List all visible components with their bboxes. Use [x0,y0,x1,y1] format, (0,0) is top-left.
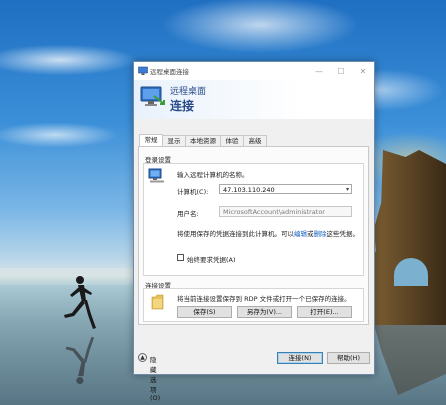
maximize-button[interactable]: ☐ [330,62,352,80]
folder-icon [151,294,164,310]
computer-label: 计算机(C): [177,188,209,196]
saved-credentials-text: 将使用保存的凭据连接到此计算机。可以 [177,230,294,238]
help-button[interactable]: 帮助(H) [327,352,370,364]
saved-credentials-info: 将使用保存的凭据连接到此计算机。可以编辑或删除这些凭据。 [177,228,359,238]
banner-title: 远程桌面 [170,87,207,97]
edit-credentials-link[interactable]: 编辑 [294,230,307,238]
banner-subtitle: 连接 [170,99,195,113]
runner-reflection [65,336,95,385]
save-as-button[interactable]: 另存为(V)... [237,306,292,318]
collapse-up-icon[interactable]: ▲ [138,353,147,362]
connect-button[interactable]: 连接(N) [277,352,323,364]
tab-advanced[interactable]: 高级 [243,135,267,146]
remote-desktop-icon [138,66,148,75]
login-prompt: 输入远程计算机的名称。 [177,171,249,179]
general-tab-panel: 登录设置 输入远程计算机的名称。 计算机(C): 47.103.110.240 … [138,146,369,325]
always-ask-checkbox[interactable] [177,254,184,261]
computer-icon [148,168,164,183]
save-button[interactable]: 保存(S) [177,306,232,318]
close-button[interactable]: ✕ [352,62,374,80]
title-bar[interactable]: 远程桌面连接 — ☐ ✕ [134,62,374,80]
remote-desktop-icon [140,86,165,106]
computer-combobox[interactable]: 47.103.110.240 ▾ [219,184,352,194]
saved-credentials-suffix: 这些凭据。 [326,230,360,238]
tab-general[interactable]: 常规 [139,134,163,146]
remote-desktop-window: 远程桌面连接 — ☐ ✕ 远程桌面 连接 常规 显示 本地资源 体验 高级 登录… [133,61,375,402]
runner-silhouette [64,276,96,329]
computer-value: 47.103.110.240 [223,186,275,194]
always-ask-label[interactable]: 始终要求凭据(A) [187,254,236,264]
wallpaper-rock-arch [394,258,428,286]
tab-experience[interactable]: 体验 [220,135,244,146]
minimize-button[interactable]: — [308,62,330,80]
username-field: MicrosoftAccount\administrator [219,206,352,217]
open-button[interactable]: 打开(E)... [297,306,352,318]
tab-display[interactable]: 显示 [162,135,186,146]
chevron-down-icon[interactable]: ▾ [346,185,349,195]
connection-description: 将当前连接设置保存到 RDP 文件或打开一个已保存的连接。 [177,295,351,303]
username-value: MicrosoftAccount\administrator [223,208,325,216]
window-title: 远程桌面连接 [150,68,189,76]
header-banner: 远程桌面 连接 [134,80,374,119]
hide-options-label[interactable]: 隐藏选项(O) [150,354,160,402]
delete-credentials-link[interactable]: 删除 [314,230,327,238]
tab-local-resources[interactable]: 本地资源 [185,135,221,146]
username-label: 用户名: [177,210,199,218]
